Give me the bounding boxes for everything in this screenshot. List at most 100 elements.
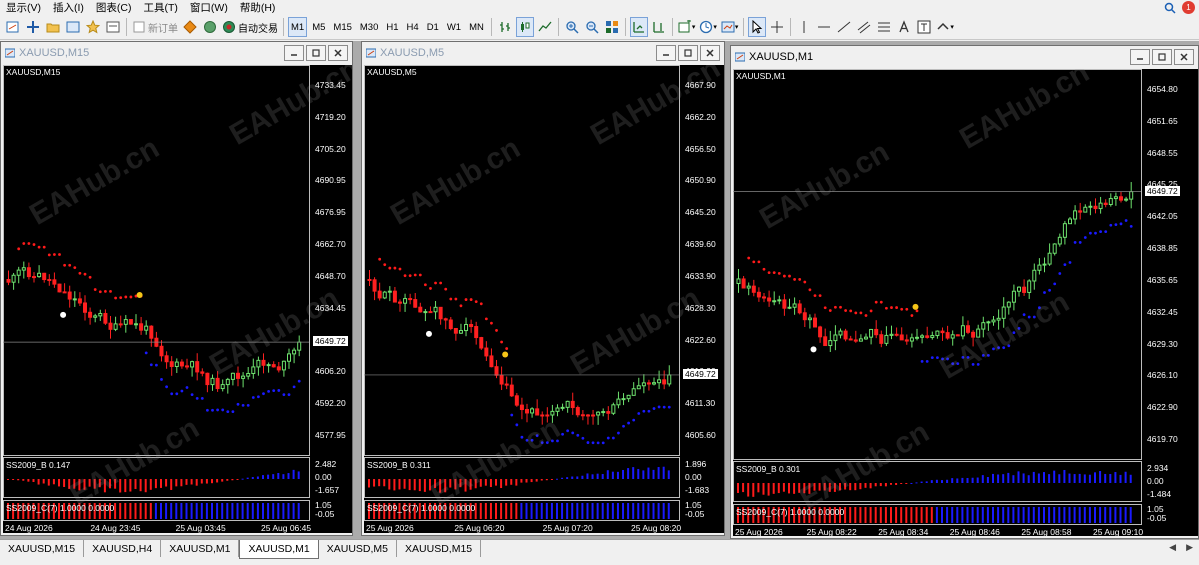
text-label-button[interactable] [915,17,933,37]
candle-body [636,385,641,390]
period-d1-button[interactable]: D1 [424,17,442,37]
candle-body [261,359,266,366]
tile-windows-button[interactable] [603,17,621,37]
fibonacci-button[interactable] [875,17,893,37]
profiles-button[interactable] [24,17,42,37]
period-m30-button[interactable]: M30 [357,17,381,37]
close-button[interactable] [700,45,720,61]
chart-window-icon [366,48,376,58]
period-m15-button[interactable]: M15 [330,17,354,37]
indicator1-bar [231,479,234,481]
time-axis-tick: 25 Aug 07:20 [542,523,593,533]
period-mn-button[interactable]: MN [466,17,487,37]
trendline-button[interactable] [835,17,853,37]
chart-window-titlebar[interactable]: XAUUSD,M15 [1,42,352,64]
close-button[interactable] [1174,49,1194,65]
trend-dot [1063,263,1067,267]
horizontal-line-button[interactable] [815,17,833,37]
candle-body [909,337,914,342]
minimize-button[interactable] [284,45,304,61]
indicators-button[interactable]: ▾ [677,17,697,37]
tab-xauusd-m15[interactable]: XAUUSD,M15 [0,540,85,557]
periods-menu-button[interactable]: ▾ [698,17,718,37]
tab-scroll-right-icon[interactable]: ▶ [1186,542,1193,553]
minimize-button[interactable] [656,45,676,61]
templates-button[interactable]: ▾ [720,17,740,37]
candle-chart-button[interactable] [515,17,534,37]
bar-chart-button[interactable] [496,17,514,37]
indicator2-bar [241,503,244,519]
period-h4-button[interactable]: H4 [404,17,422,37]
tab-xauusd-m1[interactable]: XAUUSD,M1 [161,540,240,557]
autoscroll-button[interactable] [629,17,648,37]
maximize-button[interactable] [1152,49,1172,65]
folder-button[interactable] [44,17,62,37]
notification-badge[interactable]: 1 [1182,1,1195,14]
tab-xauusd-m1-active[interactable]: XAUUSD,M1 [239,540,319,559]
indicator2-bar [484,503,487,519]
channel-button[interactable] [855,17,873,37]
close-button[interactable] [328,45,348,61]
auto-trading-button[interactable]: 自动交易 [221,17,279,37]
maximize-button[interactable] [678,45,698,61]
menu-insert[interactable]: 插入(I) [47,0,90,15]
chart-canvas[interactable]: XAUUSD,M5 4667.90 4662.20 4656.50 4650.90 464… [364,65,724,533]
tab-xauusd-m15-second[interactable]: XAUUSD,M15 [397,540,482,557]
line-chart-button[interactable] [536,17,554,37]
indicator1-bar [606,470,609,479]
zoom-out-button[interactable] [583,17,601,37]
tab-scroll-left-icon[interactable]: ◀ [1169,542,1176,553]
vertical-line-button[interactable] [795,17,813,37]
text-tool-button[interactable] [895,17,913,37]
window-controls [656,45,720,61]
new-chart-button[interactable] [4,17,22,37]
trend-dot [474,300,478,304]
new-order-button[interactable]: 新订单 [131,17,179,37]
indicator1-bar [267,474,270,479]
candle-body [1006,301,1011,308]
trend-dot [297,379,301,383]
terminal-button[interactable] [104,17,122,37]
menu-window[interactable]: 窗口(W) [184,0,234,15]
menu-tools[interactable]: 工具(T) [138,0,184,15]
crosshair-tool-button[interactable] [768,17,786,37]
chart-canvas[interactable]: XAUUSD,M1 4654.80 4651.65 4648.55 4645.25 464… [733,69,1198,536]
trend-dot [277,389,281,392]
indicator2-bar [555,503,558,519]
chart-window-titlebar[interactable]: XAUUSD,M5 [362,42,724,64]
period-w1-button[interactable]: W1 [444,17,464,37]
chart-canvas[interactable]: XAUUSD,M15 4733.45 4719.20 4705.20 4690.95 46… [3,65,352,533]
zoom-in-button[interactable] [563,17,581,37]
expert-button[interactable] [181,17,199,37]
menu-charts[interactable]: 图表(C) [90,0,138,15]
tab-xauusd-m5[interactable]: XAUUSD,M5 [319,540,398,557]
chart-shift-button[interactable] [650,17,668,37]
candle-body [118,323,123,326]
menu-help[interactable]: 帮助(H) [234,0,282,15]
indicator2-bar [545,503,548,519]
period-h1-button[interactable]: H1 [383,17,401,37]
globe-button[interactable] [201,17,219,37]
candle-body [1022,286,1027,293]
chart-window-2[interactable]: XAUUSD,M5 XAUUSD,M5 4667.90 4662.20 4656.50… [361,41,725,536]
trend-dot [1094,231,1097,235]
candle-body [767,297,772,302]
market-watch-button[interactable] [64,17,82,37]
indicator1-bar [545,479,548,481]
navigator-button[interactable] [84,17,102,37]
menu-view[interactable]: 显示(V) [0,0,47,15]
period-m5-button[interactable]: M5 [309,17,328,37]
search-icon[interactable] [1164,2,1176,14]
tab-xauusd-h4[interactable]: XAUUSD,H4 [84,540,162,557]
candle-body [879,334,884,344]
maximize-button[interactable] [306,45,326,61]
chart-window-3[interactable]: XAUUSD,M1 XAUUSD,M1 4654.80 4651.65 4648.55… [730,45,1199,539]
chart-window-titlebar[interactable]: XAUUSD,M1 [731,46,1198,68]
period-m1-button[interactable]: M1 [288,17,308,37]
trend-dot [413,273,417,277]
minimize-button[interactable] [1130,49,1150,65]
chart-window-1[interactable]: XAUUSD,M15 XAUUSD,M15 4733.45 4719.20 4705.… [0,41,353,536]
arrows-button[interactable]: ▾ [935,17,955,37]
cursor-tool-button[interactable] [748,17,767,37]
signal-dot-buy [810,346,817,353]
